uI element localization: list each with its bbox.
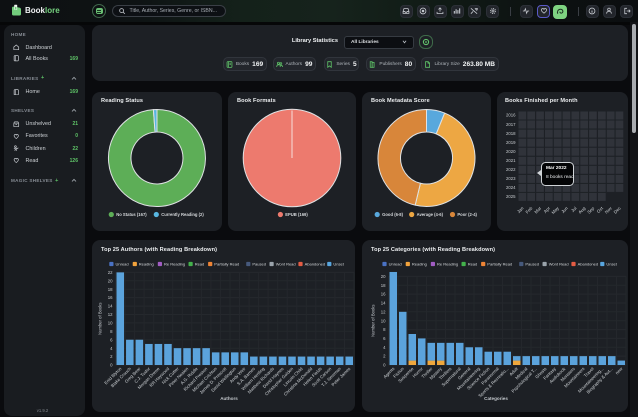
svg-text:Re Reading: Re Reading [437,262,458,267]
svg-text:Unread: Unread [116,262,129,267]
svg-text:2: 2 [110,354,113,359]
svg-text:Read: Read [195,262,205,267]
svg-text:new: new [614,366,624,376]
svg-text:Paused: Paused [252,262,266,267]
svg-text:22: 22 [108,270,113,275]
svg-text:6: 6 [383,336,386,341]
svg-text:0: 0 [383,363,386,368]
svg-text:20: 20 [381,274,386,279]
svg-text:4: 4 [110,346,113,351]
svg-text:Categories: Categories [484,396,508,401]
svg-text:2: 2 [383,354,386,359]
svg-text:18: 18 [108,287,113,292]
svg-text:Wont Read: Wont Read [276,262,296,267]
svg-text:10: 10 [108,321,113,326]
svg-text:Re Reading: Re Reading [164,262,185,267]
svg-text:Unset: Unset [606,262,617,267]
svg-text:6: 6 [110,337,113,342]
svg-text:18: 18 [381,283,386,288]
svg-text:10: 10 [381,318,386,323]
svg-text:16: 16 [108,295,113,300]
svg-text:Partially Read: Partially Read [214,262,239,267]
svg-text:0: 0 [110,363,113,368]
svg-text:Authors: Authors [220,396,238,401]
svg-text:Reading: Reading [412,262,427,267]
svg-text:Number of Books: Number of Books [371,305,376,337]
svg-text:8: 8 [110,329,113,334]
svg-text:Unread: Unread [389,262,402,267]
svg-text:Number of Books: Number of Books [98,303,103,335]
svg-text:14: 14 [108,304,113,309]
svg-text:16: 16 [381,292,386,297]
svg-text:20: 20 [108,278,113,283]
svg-text:Read: Read [468,262,478,267]
svg-text:Reading: Reading [139,262,154,267]
svg-text:4: 4 [383,345,386,350]
svg-text:Paused: Paused [525,262,539,267]
svg-text:Partially Read: Partially Read [487,262,512,267]
svg-text:12: 12 [108,312,113,317]
svg-text:12: 12 [381,309,386,314]
svg-text:Wont Read: Wont Read [549,262,569,267]
svg-text:Unset: Unset [333,262,344,267]
svg-text:14: 14 [381,301,386,306]
svg-text:Abandoned: Abandoned [305,262,325,267]
svg-text:Abandoned: Abandoned [578,262,598,267]
svg-text:8: 8 [383,327,386,332]
